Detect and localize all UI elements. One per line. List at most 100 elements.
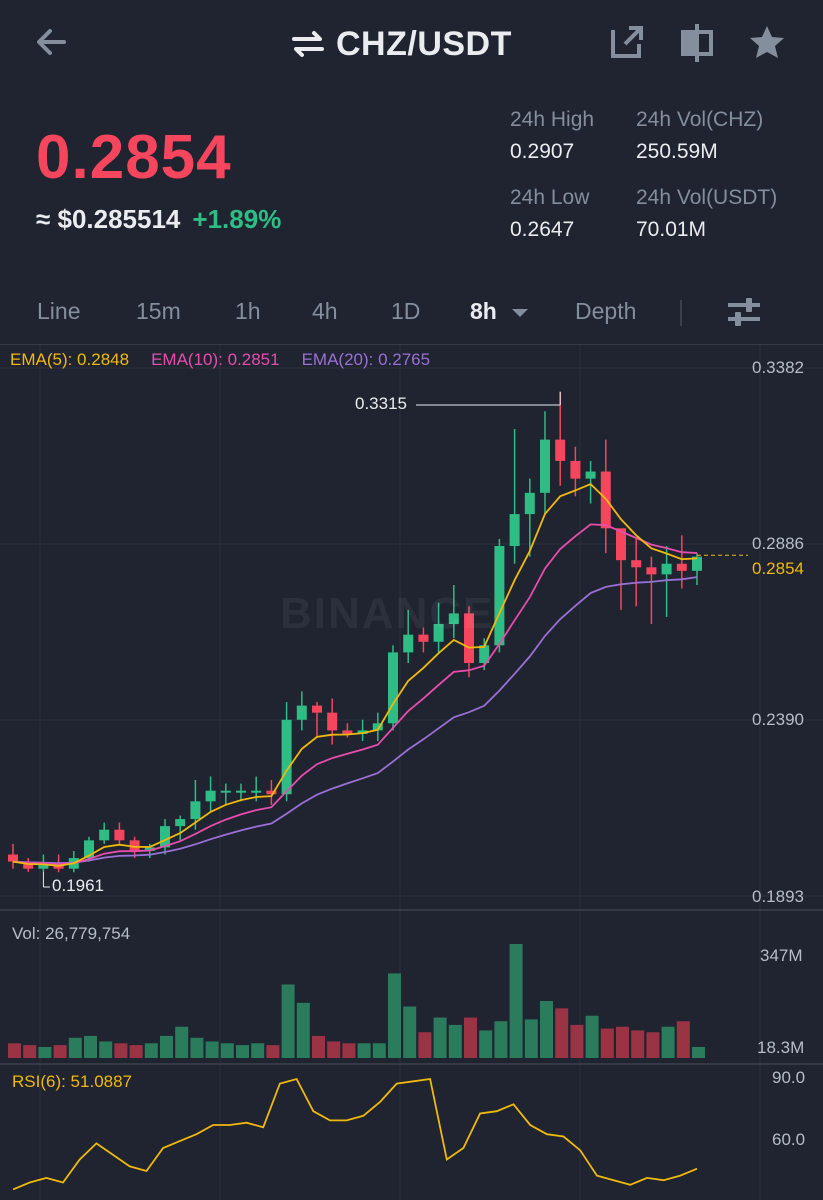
volume-bar xyxy=(464,1017,477,1058)
pair-selector[interactable]: CHZ/USDT xyxy=(290,22,512,66)
volume-bar xyxy=(570,1024,584,1058)
share-button[interactable] xyxy=(607,20,647,64)
tab-1h[interactable]: 1h xyxy=(235,298,261,325)
volume-bar xyxy=(357,1043,371,1058)
volume-bar xyxy=(616,1026,629,1058)
share-icon xyxy=(611,26,643,58)
candle-body xyxy=(251,790,262,793)
back-button[interactable] xyxy=(30,22,74,62)
tab-depth[interactable]: Depth xyxy=(575,298,636,325)
ema10-line xyxy=(12,523,698,866)
volume-bar xyxy=(555,1008,569,1058)
last-price: 0.2854 xyxy=(36,123,232,192)
interval-tabs: Line 15m 1h 4h 1D 8h Depth xyxy=(0,288,823,340)
candle-body xyxy=(296,705,307,720)
stat-vol-chz-label: 24h Vol(CHZ) xyxy=(636,108,764,131)
candle-body xyxy=(524,492,535,515)
volume-bar xyxy=(327,1041,341,1058)
candle-body xyxy=(388,652,398,724)
volume-bar xyxy=(281,984,295,1058)
ema-legend: EMA(5): 0.2848 EMA(10): 0.2851 EMA(20): … xyxy=(10,350,430,370)
candle-body xyxy=(8,854,18,862)
stat-vol-chz: 24h Vol(CHZ) 250.59M xyxy=(636,108,816,164)
ema5-label: EMA(5): 0.2848 xyxy=(10,350,130,369)
volume-bar xyxy=(342,1043,356,1058)
volume-bar xyxy=(129,1045,143,1058)
split-view-icon xyxy=(681,24,713,62)
volume-bar xyxy=(540,1001,553,1058)
rsi-line xyxy=(12,1077,698,1191)
volume-bar xyxy=(266,1045,280,1058)
volume-bar xyxy=(114,1043,128,1058)
candle-body xyxy=(38,865,49,869)
candle-body xyxy=(205,790,216,802)
volume-bar xyxy=(494,1021,508,1058)
volume-bar xyxy=(190,1037,204,1058)
volume-bar xyxy=(479,1030,493,1058)
volume-bar xyxy=(144,1043,158,1058)
tab-8h[interactable]: 8h xyxy=(470,298,529,325)
tab-4h[interactable]: 4h xyxy=(312,298,338,325)
candle-body xyxy=(570,460,581,479)
volume-bar xyxy=(23,1045,37,1058)
kline-chart[interactable]: EMA(5): 0.2848 EMA(10): 0.2851 EMA(20): … xyxy=(0,344,823,1200)
tab-1d[interactable]: 1D xyxy=(391,298,420,325)
back-arrow-icon xyxy=(37,29,66,55)
volume-bar xyxy=(600,1028,614,1058)
ema10-label: EMA(10): 0.2851 xyxy=(151,350,280,369)
ema20-label: EMA(20): 0.2765 xyxy=(301,350,431,369)
favorite-button[interactable] xyxy=(747,20,787,64)
low-marker-label: 0.1961 xyxy=(52,876,104,895)
candle-body xyxy=(220,790,231,793)
candle-body xyxy=(175,819,186,827)
chart-settings-button[interactable] xyxy=(724,292,764,332)
candle-body xyxy=(555,439,566,461)
volume-bar xyxy=(205,1041,219,1058)
volume-bar xyxy=(403,1006,417,1058)
volume-bar xyxy=(418,1032,432,1058)
volume-bar xyxy=(433,1017,447,1058)
stat-high-label: 24h High xyxy=(510,108,595,131)
rsi-tick: 60.0 xyxy=(772,1130,806,1149)
candle-body xyxy=(585,471,596,479)
candle-body xyxy=(494,546,505,646)
high-marker-label: 0.3315 xyxy=(355,394,407,413)
watermark: BINANCE xyxy=(280,589,495,638)
volume-bar xyxy=(99,1041,113,1058)
header-actions xyxy=(607,20,787,64)
volume-bar xyxy=(175,1026,189,1058)
volume-bar xyxy=(448,1024,462,1058)
price-tick: 0.1893 xyxy=(752,887,804,906)
pair-title: CHZ/USDT xyxy=(336,24,512,63)
price-subline: ≈ $0.285514 +1.89% xyxy=(36,204,281,235)
volume-bar xyxy=(220,1043,234,1058)
candle-body xyxy=(509,514,520,547)
tab-15m[interactable]: 15m xyxy=(136,298,181,325)
sliders-icon xyxy=(728,298,760,326)
volume-bar xyxy=(38,1046,52,1058)
candle-body xyxy=(631,560,642,568)
price-tick: 0.2886 xyxy=(752,534,804,553)
volume-bar xyxy=(631,1030,645,1058)
ema5-line xyxy=(12,483,698,867)
volume-tick: 18.3M xyxy=(757,1038,805,1057)
volume-bar xyxy=(84,1035,97,1058)
current-price-label: 0.2854 xyxy=(752,559,804,578)
candle-body xyxy=(190,801,201,820)
candle-body xyxy=(281,719,292,795)
candle-body xyxy=(676,563,687,571)
candle-body xyxy=(661,563,672,575)
candle-body xyxy=(312,705,322,713)
volume-bar xyxy=(509,944,523,1058)
volume-bar xyxy=(524,1019,538,1058)
stat-low-label: 24h Low xyxy=(510,186,590,209)
star-icon xyxy=(750,26,784,58)
split-view-button[interactable] xyxy=(677,20,717,64)
tab-line[interactable]: Line xyxy=(37,298,80,325)
rsi-tick: 90.0 xyxy=(772,1068,806,1087)
volume-bar xyxy=(8,1043,21,1058)
stat-vol-usdt-value: 70.01M xyxy=(636,218,707,241)
volume-bar xyxy=(236,1045,249,1058)
candle-body xyxy=(540,439,550,493)
volume-bar xyxy=(251,1043,265,1058)
